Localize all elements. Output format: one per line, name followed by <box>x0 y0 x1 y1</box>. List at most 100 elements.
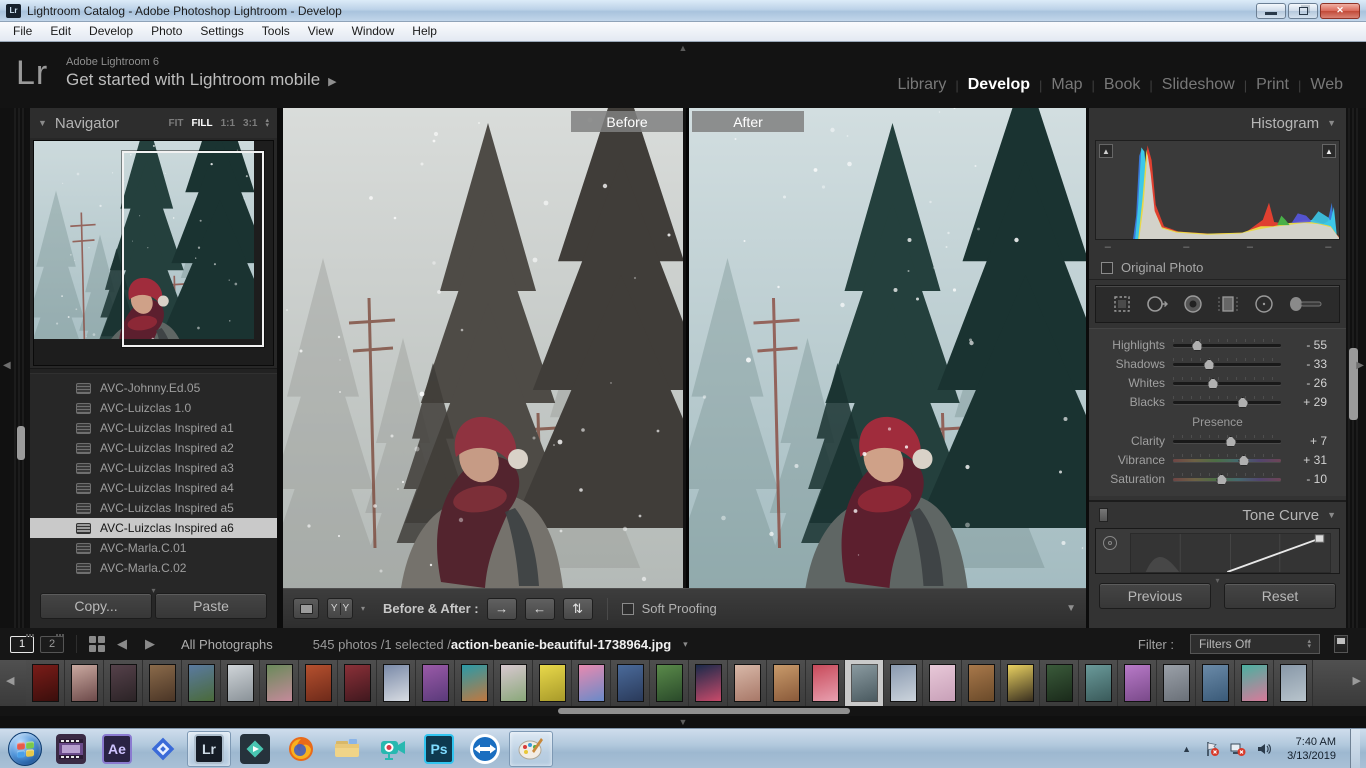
filmstrip-thumbnail[interactable] <box>884 660 923 706</box>
preset-item[interactable]: AVC-Luizclas Inspired a6 <box>30 518 277 538</box>
collapse-top-arrow[interactable]: ▲ <box>679 43 688 53</box>
filmstrip-thumbnail[interactable] <box>1274 660 1313 706</box>
filmstrip-thumbnail[interactable] <box>182 660 221 706</box>
taskbar-movie-maker-button[interactable] <box>49 731 93 767</box>
right-panel-edge[interactable]: ▶ <box>1346 108 1366 628</box>
zoom-option-fill[interactable]: FILL <box>191 118 212 129</box>
navigator-header[interactable]: ▼ Navigator FIT FILL 1:1 3:1 ▴ ▾ <box>30 108 277 138</box>
blacks-slider[interactable]: Blacks + 29 <box>1097 392 1338 411</box>
filmstrip-thumbnail[interactable] <box>533 660 572 706</box>
go-forward-arrow[interactable]: ▶ <box>139 636 161 652</box>
collapse-left-arrow[interactable]: ◀ <box>3 360 11 371</box>
highlights-slider[interactable]: Highlights - 55 <box>1097 335 1338 354</box>
before-after-view-button[interactable]: YY <box>327 598 353 619</box>
panel-caret-icon[interactable]: ▾ <box>1215 576 1219 585</box>
graduated-filter-tool[interactable] <box>1215 291 1241 317</box>
soft-proofing-checkbox[interactable] <box>622 603 634 615</box>
reset-button[interactable]: Reset <box>1224 583 1336 609</box>
left-panel-edge[interactable]: ◀ <box>0 108 30 628</box>
zoom-option-3-1[interactable]: 3:1 <box>243 118 257 129</box>
tone-curve-chart[interactable] <box>1130 533 1331 573</box>
before-pane[interactable]: Before <box>283 108 683 588</box>
copy-before-to-after-button[interactable]: → <box>487 598 517 620</box>
source-menu-caret-icon[interactable]: ▾ <box>683 639 688 650</box>
histogram-collapse-icon[interactable]: ▼ <box>1327 118 1336 128</box>
zoom-option-fit[interactable]: FIT <box>168 118 183 129</box>
menu-photo[interactable]: Photo <box>142 22 191 41</box>
window-titlebar[interactable]: Lr Lightroom Catalog - Adobe Photoshop L… <box>0 0 1366 22</box>
after-pane[interactable]: After <box>686 108 1086 588</box>
right-scrollbar[interactable] <box>1349 348 1358 420</box>
filmstrip-thumbnail[interactable] <box>1157 660 1196 706</box>
filmstrip-thumbnail[interactable] <box>806 660 845 706</box>
taskbar-lightroom-button[interactable]: Lr <box>187 731 231 767</box>
hidden-icons-arrow[interactable]: ▲ <box>1178 744 1195 754</box>
filmstrip-thumbnail[interactable] <box>260 660 299 706</box>
filter-dropdown[interactable]: Filters Off ▴ ▾ <box>1190 634 1320 654</box>
filmstrip-thumbnail[interactable] <box>572 660 611 706</box>
filmstrip-thumbnail[interactable] <box>338 660 377 706</box>
filmstrip-bottom-edge[interactable]: ▼ <box>0 716 1366 728</box>
panel-expand-icon[interactable]: ▼ <box>38 118 47 128</box>
grid-view-icon[interactable] <box>89 636 105 652</box>
filmstrip-thumbnail[interactable] <box>611 660 650 706</box>
taskbar-filmora-button[interactable] <box>233 731 277 767</box>
histogram[interactable]: ▲ ▲ <box>1095 140 1340 240</box>
filmstrip-thumbnail[interactable] <box>221 660 260 706</box>
filmstrip-thumbnail[interactable] <box>1079 660 1118 706</box>
tone-curve-collapse-icon[interactable]: ▼ <box>1327 510 1336 520</box>
preset-item[interactable]: AVC-Luizclas Inspired a4 <box>30 478 277 498</box>
menu-window[interactable]: Window <box>343 22 404 41</box>
filmstrip-scroll-right-icon[interactable]: ▶ <box>1353 674 1361 687</box>
copy-button[interactable]: Copy... <box>40 593 152 619</box>
identity-plate[interactable]: Get started with Lightroom mobile ▶ <box>66 70 337 90</box>
previous-button[interactable]: Previous <box>1099 583 1211 609</box>
preset-item[interactable]: AVC-Luizclas 1.0 <box>30 398 277 418</box>
zoom-updown-icon[interactable]: ▴ ▾ <box>265 118 269 128</box>
taskbar-teamviewer-button[interactable] <box>463 731 507 767</box>
action-center-icon[interactable] <box>1203 740 1221 758</box>
volume-icon[interactable] <box>1255 740 1273 758</box>
menu-tools[interactable]: Tools <box>253 22 299 41</box>
filmstrip-scroll-left-icon[interactable]: ◀ <box>6 674 14 687</box>
filmstrip-thumbnail[interactable] <box>1118 660 1157 706</box>
module-print[interactable]: Print <box>1247 76 1298 94</box>
filmstrip-thumbnail[interactable] <box>299 660 338 706</box>
filmstrip-thumbnail[interactable] <box>143 660 182 706</box>
menu-file[interactable]: File <box>4 22 41 41</box>
second-window-button[interactable]: 2 <box>40 636 64 653</box>
filmstrip-thumbnail[interactable] <box>377 660 416 706</box>
filmstrip-thumbnail[interactable] <box>962 660 1001 706</box>
preset-item[interactable]: AVC-Marla.C.01 <box>30 538 277 558</box>
navigator-preview[interactable] <box>33 140 274 366</box>
menu-settings[interactable]: Settings <box>191 22 252 41</box>
restore-button[interactable] <box>1288 3 1318 19</box>
taskbar-diamond-app-button[interactable] <box>141 731 185 767</box>
collapse-bottom-arrow[interactable]: ▼ <box>679 717 688 727</box>
filmstrip-thumbnail[interactable] <box>923 660 962 706</box>
loupe-view-button[interactable] <box>293 598 319 619</box>
target-adjustment-icon[interactable] <box>1103 536 1117 550</box>
filmstrip-thumbnail[interactable] <box>728 660 767 706</box>
vibrance-slider[interactable]: Vibrance + 31 <box>1097 450 1338 469</box>
preset-item[interactable]: AVC-Luizclas Inspired a2 <box>30 438 277 458</box>
preset-item[interactable]: AVC-Luizclas Inspired a5 <box>30 498 277 518</box>
taskbar-screen-recorder-button[interactable] <box>371 731 415 767</box>
preset-item[interactable]: AVC-Marla.C.02 <box>30 558 277 578</box>
filmstrip-thumbnail[interactable] <box>455 660 494 706</box>
adjustment-brush-tool[interactable] <box>1286 291 1326 317</box>
preset-item[interactable]: AVC-Luizclas Inspired a3 <box>30 458 277 478</box>
filmstrip-scrollbar[interactable] <box>558 708 850 714</box>
filmstrip-thumbnail[interactable] <box>650 660 689 706</box>
filter-switch[interactable] <box>1334 635 1348 653</box>
module-web[interactable]: Web <box>1301 76 1352 94</box>
filmstrip-scrollbar-track[interactable] <box>0 706 1366 716</box>
whites-slider[interactable]: Whites - 26 <box>1097 373 1338 392</box>
filmstrip-thumbnail[interactable] <box>1040 660 1079 706</box>
tone-curve-panel[interactable] <box>1095 528 1340 574</box>
taskbar-paint-app-button[interactable] <box>509 731 553 767</box>
show-desktop-button[interactable] <box>1350 729 1360 768</box>
paste-button[interactable]: Paste <box>155 593 267 619</box>
swap-before-after-button[interactable]: ⇅ <box>563 598 593 620</box>
histogram-header[interactable]: Histogram ▼ <box>1089 108 1346 138</box>
